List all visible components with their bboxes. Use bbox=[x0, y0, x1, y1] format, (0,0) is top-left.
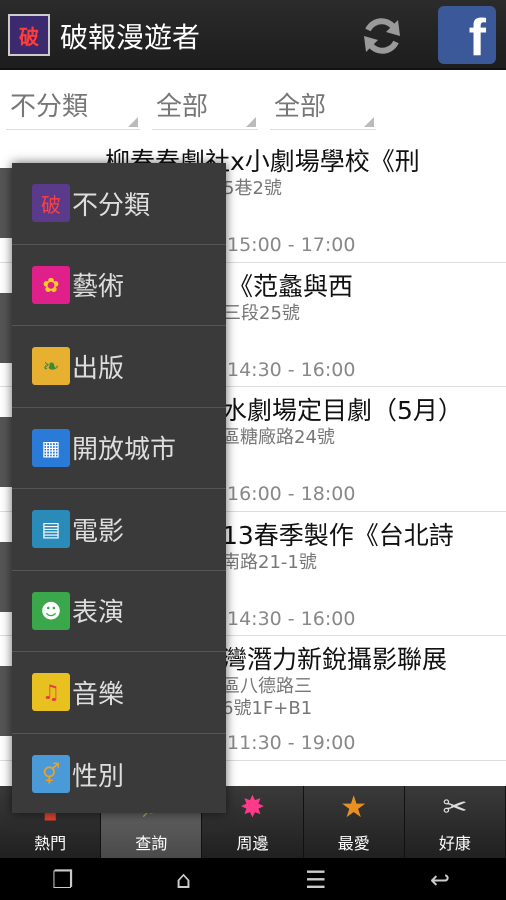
tab-label: 好康 bbox=[438, 834, 471, 853]
app-logo-icon: 破 bbox=[8, 14, 50, 56]
event-time: 16:00 - 18:00 bbox=[227, 483, 356, 505]
home-icon[interactable]: ⌂ bbox=[176, 866, 191, 894]
city-icon: ▦ bbox=[32, 428, 70, 467]
region-spinner-value: 全部 bbox=[156, 92, 209, 122]
menu-icon[interactable]: ☰ bbox=[305, 866, 327, 894]
event-time: 11:30 - 19:00 bbox=[227, 732, 356, 754]
dropdown-item-label: 藝術 bbox=[72, 272, 125, 303]
dropdown-item-label: 表演 bbox=[72, 598, 125, 629]
system-nav-bar: ❐ ⌂ ☰ ↩ bbox=[0, 858, 506, 900]
spinner-arrow-icon bbox=[246, 117, 256, 127]
event-address: 區八德路三 6號1F+B1 bbox=[222, 676, 313, 719]
dropdown-item-label: 出版 bbox=[72, 353, 125, 384]
burst-icon: ✸ bbox=[239, 789, 266, 825]
event-time: 15:00 - 17:00 bbox=[227, 234, 356, 256]
event-time: 14:30 - 16:00 bbox=[227, 607, 356, 630]
refresh-icon[interactable] bbox=[358, 12, 406, 60]
category-spinner-value: 不分類 bbox=[10, 92, 89, 122]
event-address: 南路21-1號 bbox=[222, 551, 317, 573]
facebook-icon[interactable]: f bbox=[438, 6, 496, 64]
dropdown-item-performance[interactable]: ☻ 表演 bbox=[12, 571, 226, 652]
tab-deals[interactable]: ✂ 好康 bbox=[405, 786, 506, 858]
dropdown-item-open-city[interactable]: ▦ 開放城市 bbox=[12, 408, 226, 489]
app-title: 破報漫遊者 bbox=[60, 21, 201, 54]
mask-icon: ☻ bbox=[32, 591, 70, 630]
event-title: 水劇場定目劇（5月） bbox=[222, 396, 463, 425]
dropdown-item-gender[interactable]: ⚥ 性別 bbox=[12, 734, 226, 816]
action-bar: 破 破報漫遊者 f bbox=[0, 0, 506, 70]
date-spinner[interactable]: 全部 bbox=[270, 86, 376, 130]
event-title: 灣潛力新銳攝影聯展 bbox=[222, 645, 448, 674]
tab-label: 查詢 bbox=[135, 834, 168, 853]
dropdown-item-label: 不分類 bbox=[72, 190, 151, 221]
music-icon: ♫ bbox=[32, 673, 70, 712]
event-time: 14:30 - 16:00 bbox=[227, 358, 356, 381]
paw-icon: ✿ bbox=[32, 265, 70, 304]
film-icon: ▤ bbox=[32, 510, 70, 549]
dropdown-item-film[interactable]: ▤ 電影 bbox=[12, 489, 226, 571]
event-title: 《范蠡與西 bbox=[228, 271, 354, 301]
category-dropdown: 破 不分類 ✿ 藝術 ❧ 出版 ▦ 開放城市 ▤ 電影 ☻ 表演 ♫ 音樂 ⚥ … bbox=[12, 163, 226, 813]
book-icon: ❧ bbox=[32, 347, 70, 386]
scissors-icon: ✂ bbox=[442, 789, 468, 825]
filter-bar: 不分類 全部 全部 bbox=[0, 72, 506, 134]
event-address: 區糖廠路24號 bbox=[222, 427, 335, 448]
date-spinner-value: 全部 bbox=[274, 92, 327, 122]
dropdown-item-label: 電影 bbox=[72, 516, 125, 547]
tab-label: 周邊 bbox=[236, 834, 269, 853]
pobao-logo-icon: 破 bbox=[32, 184, 70, 223]
dropdown-item-art[interactable]: ✿ 藝術 bbox=[12, 245, 226, 326]
spinner-arrow-icon bbox=[364, 117, 374, 127]
tab-label: 最愛 bbox=[337, 834, 370, 853]
event-title: 13春季製作《台北詩 bbox=[222, 520, 454, 550]
gender-icon: ⚥ bbox=[32, 755, 70, 794]
tab-label: 熱門 bbox=[34, 834, 67, 853]
dropdown-item-music[interactable]: ♫ 音樂 bbox=[12, 652, 226, 734]
tab-favorites[interactable]: ★ 最愛 bbox=[304, 786, 405, 858]
category-spinner[interactable]: 不分類 bbox=[6, 86, 140, 130]
star-icon: ★ bbox=[340, 789, 368, 825]
dropdown-item-uncategorized[interactable]: 破 不分類 bbox=[12, 163, 226, 245]
dropdown-item-label: 開放城市 bbox=[72, 435, 177, 466]
spinner-arrow-icon bbox=[128, 117, 138, 127]
back-icon[interactable]: ↩ bbox=[430, 866, 450, 894]
region-spinner[interactable]: 全部 bbox=[152, 86, 258, 130]
dropdown-item-label: 音樂 bbox=[72, 679, 125, 710]
dropdown-item-label: 性別 bbox=[72, 761, 125, 792]
recent-apps-icon[interactable]: ❐ bbox=[52, 866, 74, 894]
dropdown-item-publishing[interactable]: ❧ 出版 bbox=[12, 326, 226, 408]
